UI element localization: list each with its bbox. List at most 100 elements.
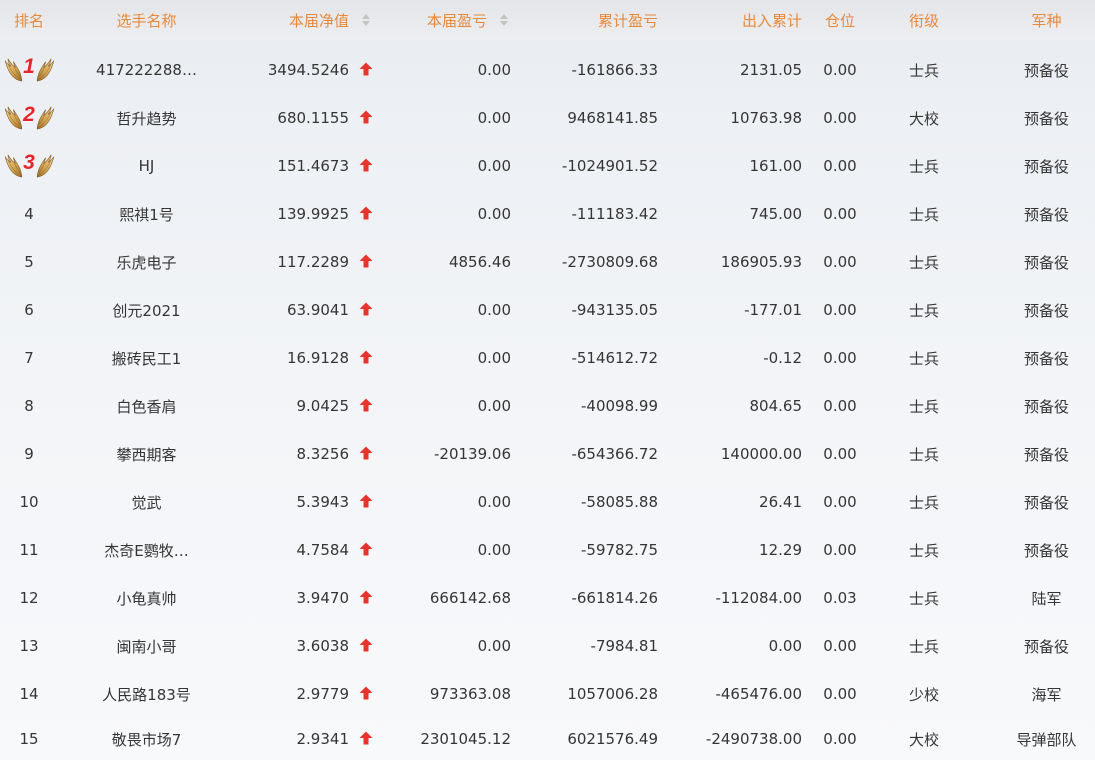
player-name[interactable]: 417222288… xyxy=(58,46,235,94)
total-pnl: -58085.88 xyxy=(581,493,658,511)
rank-cell: 14 xyxy=(19,685,39,703)
rank-number: 1 xyxy=(23,55,35,78)
position: 0.00 xyxy=(823,445,857,463)
net-value-cell: 3494.5246 xyxy=(235,46,385,94)
net-value: 117.2289 xyxy=(277,253,349,271)
net-value-cell: 139.9925 xyxy=(235,190,385,238)
up-arrow-icon xyxy=(359,302,373,316)
player-name[interactable]: 杰奇E鹦牧… xyxy=(58,526,235,574)
period-pnl: 973363.08 xyxy=(429,685,511,703)
position: 0.00 xyxy=(823,637,857,655)
service-branch: 预备役 xyxy=(1023,61,1069,80)
net-value: 139.9925 xyxy=(277,205,349,223)
net-value-cell: 5.3943 xyxy=(235,478,385,526)
period-pnl: 0.00 xyxy=(477,349,511,367)
rank-cell: 12 xyxy=(19,589,39,607)
in-out-total: 186905.93 xyxy=(720,253,802,271)
service-branch: 预备役 xyxy=(1023,301,1069,320)
position: 0.00 xyxy=(823,685,857,703)
period-pnl: 2301045.12 xyxy=(420,730,511,748)
player-name[interactable]: 觉武 xyxy=(58,478,235,526)
period-pnl: 4856.46 xyxy=(448,253,511,271)
rank-cell: 5 xyxy=(24,253,34,271)
table-row: 13 闽南小哥 3.6038 0.00 -7984.81 0.00 0.00 士… xyxy=(0,622,1095,670)
table-row: 3 HJ 151.4673 0.00 -1024901.52 161.00 0.… xyxy=(0,142,1095,190)
rank-cell: 13 xyxy=(19,637,39,655)
net-value: 63.9041 xyxy=(286,301,349,319)
table-header: 排名 选手名称 本届净值 本届盈亏 累计盈亏 出入累计 仓位 衔级 军种 xyxy=(0,0,1095,40)
net-value-cell: 9.0425 xyxy=(235,382,385,430)
player-name[interactable]: 熙祺1号 xyxy=(58,190,235,238)
table-row: 7 搬砖民工1 16.9128 0.00 -514612.72 -0.12 0.… xyxy=(0,334,1095,382)
in-out-total: 804.65 xyxy=(749,397,803,415)
up-arrow-icon xyxy=(359,254,373,268)
player-name[interactable]: 小龟真帅 xyxy=(58,574,235,622)
table-row: 15 敬畏市场7 2.9341 2301045.12 6021576.49 -2… xyxy=(0,718,1095,760)
net-value: 3494.5246 xyxy=(267,61,349,79)
position: 0.00 xyxy=(823,730,857,748)
in-out-total: -2490738.00 xyxy=(705,730,802,748)
position: 0.00 xyxy=(823,253,857,271)
in-out-total: -0.12 xyxy=(763,349,802,367)
player-name[interactable]: 敬畏市场7 xyxy=(58,718,235,760)
in-out-total: 12.29 xyxy=(759,541,802,559)
rank-cell: 4 xyxy=(24,205,34,223)
player-name[interactable]: 搬砖民工1 xyxy=(58,334,235,382)
table-row: 11 杰奇E鹦牧… 4.7584 0.00 -59782.75 12.29 0.… xyxy=(0,526,1095,574)
table-row: 2 哲升趋势 680.1155 0.00 9468141.85 10763.98… xyxy=(0,94,1095,142)
player-name[interactable]: 闽南小哥 xyxy=(58,622,235,670)
laurel-wings-badge: 3 xyxy=(4,151,55,178)
up-arrow-icon xyxy=(359,110,373,124)
table-row: 5 乐虎电子 117.2289 4856.46 -2730809.68 1869… xyxy=(0,238,1095,286)
up-arrow-icon xyxy=(359,158,373,172)
sort-icon[interactable] xyxy=(362,14,370,26)
header-net-value[interactable]: 本届净值 xyxy=(235,0,385,40)
position: 0.00 xyxy=(823,349,857,367)
laurel-wings-badge: 1 xyxy=(4,55,55,82)
total-pnl: -514612.72 xyxy=(571,349,658,367)
header-period-pnl[interactable]: 本届盈亏 xyxy=(385,0,520,40)
up-arrow-icon xyxy=(359,398,373,412)
in-out-total: -465476.00 xyxy=(715,685,802,703)
period-pnl: 0.00 xyxy=(477,109,511,127)
position: 0.00 xyxy=(823,61,857,79)
position: 0.00 xyxy=(823,205,857,223)
in-out-total: 10763.98 xyxy=(730,109,802,127)
net-value-cell: 2.9779 xyxy=(235,670,385,718)
rank-number: 2 xyxy=(23,103,35,126)
player-name[interactable]: HJ xyxy=(58,142,235,190)
player-name[interactable]: 乐虎电子 xyxy=(58,238,235,286)
up-arrow-icon xyxy=(359,590,373,604)
sort-icon[interactable] xyxy=(500,14,508,26)
position: 0.00 xyxy=(823,397,857,415)
player-name[interactable]: 创元2021 xyxy=(58,286,235,334)
table-row: 9 攀西期客 8.3256 -20139.06 -654366.72 14000… xyxy=(0,430,1095,478)
laurel-wings-badge: 2 xyxy=(4,103,55,130)
rank-cell: 11 xyxy=(19,541,39,559)
rank-title: 士兵 xyxy=(908,445,939,464)
table-row: 14 人民路183号 2.9779 973363.08 1057006.28 -… xyxy=(0,670,1095,718)
service-branch: 预备役 xyxy=(1023,637,1069,656)
net-value: 2.9341 xyxy=(296,730,350,748)
net-value-cell: 151.4673 xyxy=(235,142,385,190)
position: 0.00 xyxy=(823,541,857,559)
in-out-total: -177.01 xyxy=(744,301,802,319)
player-name[interactable]: 哲升趋势 xyxy=(58,94,235,142)
in-out-total: 140000.00 xyxy=(720,445,802,463)
up-arrow-icon xyxy=(359,350,373,364)
rank-title: 士兵 xyxy=(908,349,939,368)
table-row: 4 熙祺1号 139.9925 0.00 -111183.42 745.00 0… xyxy=(0,190,1095,238)
player-name[interactable]: 白色香肩 xyxy=(58,382,235,430)
net-value: 9.0425 xyxy=(296,397,350,415)
service-branch: 预备役 xyxy=(1023,541,1069,560)
rank-title: 士兵 xyxy=(908,301,939,320)
in-out-total: 2131.05 xyxy=(739,61,802,79)
player-name[interactable]: 攀西期客 xyxy=(58,430,235,478)
rank-cell: 8 xyxy=(24,397,34,415)
service-branch: 预备役 xyxy=(1023,157,1069,176)
net-value: 680.1155 xyxy=(277,109,349,127)
total-pnl: -59782.75 xyxy=(581,541,658,559)
net-value: 3.6038 xyxy=(296,637,350,655)
player-name[interactable]: 人民路183号 xyxy=(58,670,235,718)
period-pnl: 0.00 xyxy=(477,61,511,79)
